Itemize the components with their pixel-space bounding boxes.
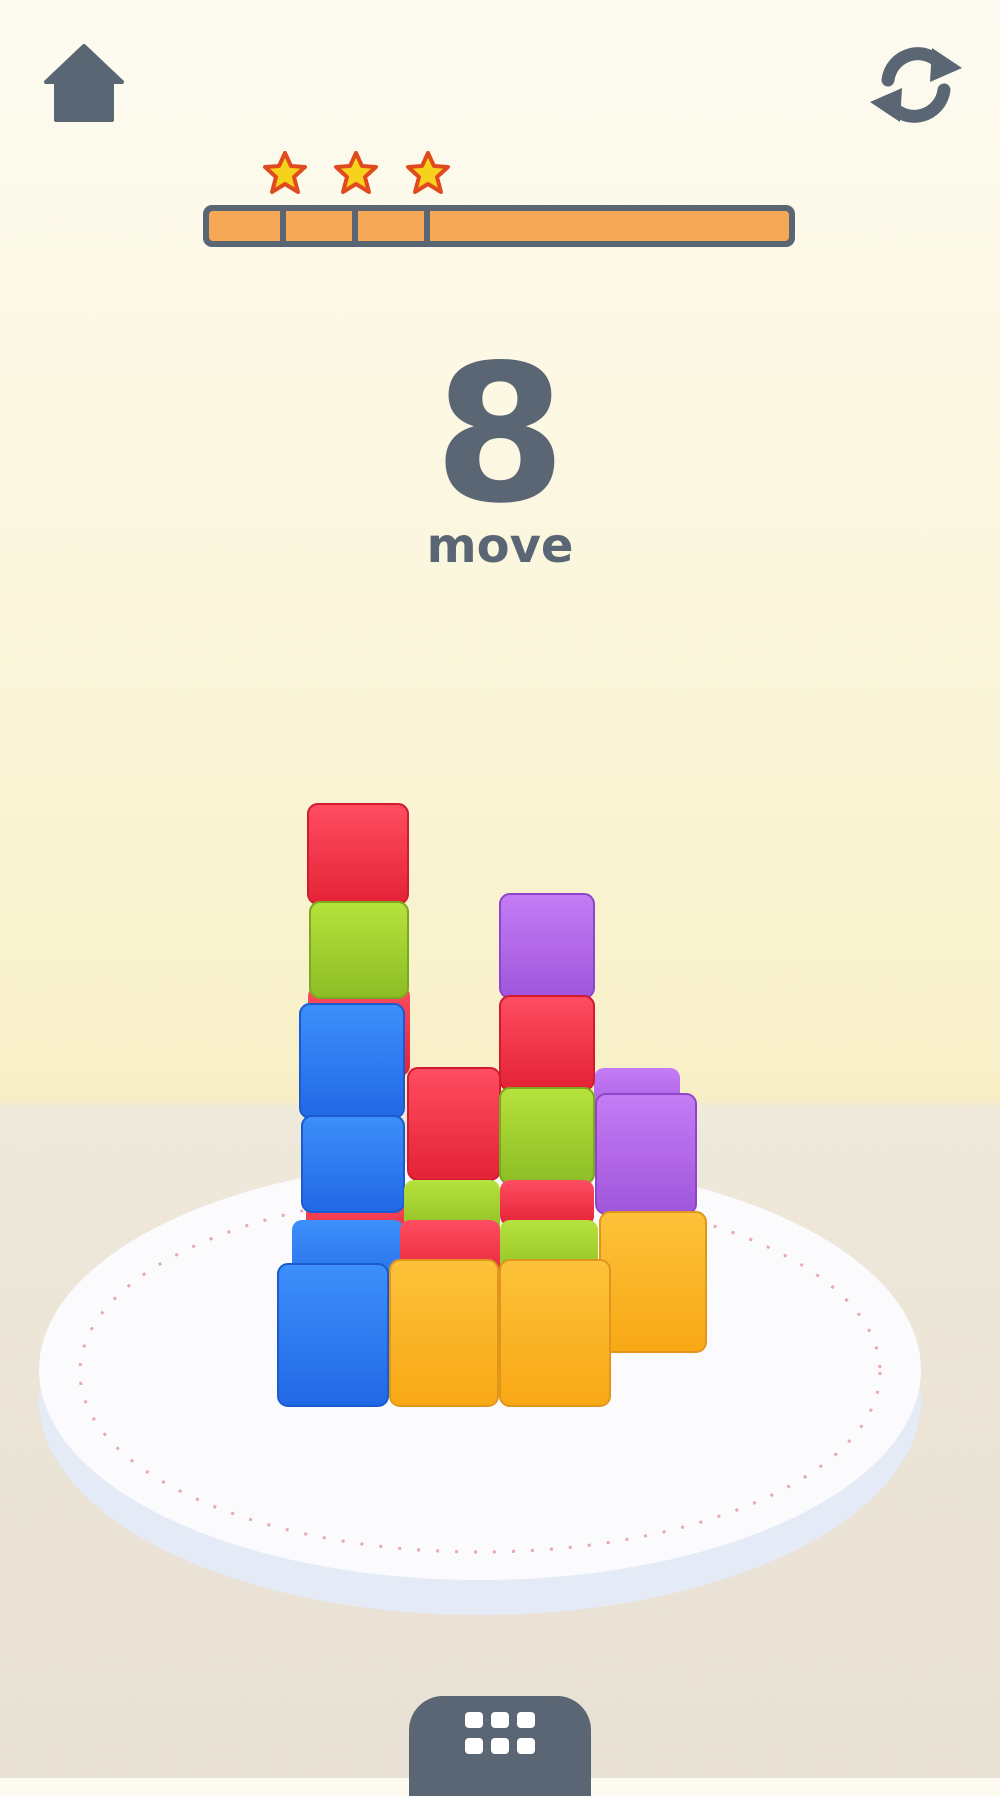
cube-purple bbox=[499, 893, 595, 999]
cube-green bbox=[309, 901, 409, 999]
star-icon bbox=[406, 151, 450, 194]
moves-counter: 8 bbox=[433, 324, 567, 545]
restart-button[interactable] bbox=[866, 40, 966, 130]
cube-red bbox=[307, 803, 409, 905]
home-button[interactable] bbox=[44, 44, 124, 122]
cube-purple bbox=[595, 1093, 697, 1215]
restart-icon bbox=[870, 47, 962, 123]
cube-blue bbox=[299, 1003, 405, 1119]
cube-blue bbox=[277, 1263, 389, 1407]
moves-label: move bbox=[426, 518, 574, 574]
cube-red bbox=[499, 995, 595, 1091]
cube-puzzle-scene[interactable] bbox=[0, 780, 1000, 1640]
progress-fill bbox=[209, 211, 789, 241]
cube-yellow bbox=[599, 1211, 707, 1353]
progress-marker bbox=[424, 211, 430, 241]
cube-red bbox=[500, 1180, 594, 1226]
progress-marker bbox=[352, 211, 358, 241]
cube-green bbox=[499, 1087, 595, 1185]
progress-bar bbox=[203, 205, 795, 247]
home-icon bbox=[44, 44, 124, 122]
cube-blue bbox=[301, 1115, 405, 1213]
level-menu-button[interactable] bbox=[409, 1696, 591, 1796]
cube-yellow bbox=[389, 1259, 499, 1407]
progress-marker bbox=[280, 211, 286, 241]
star-icon bbox=[263, 151, 307, 194]
cube-red bbox=[407, 1067, 501, 1181]
cube-yellow bbox=[499, 1259, 611, 1407]
grid-menu-icon bbox=[465, 1712, 535, 1754]
star-icon bbox=[334, 151, 378, 194]
